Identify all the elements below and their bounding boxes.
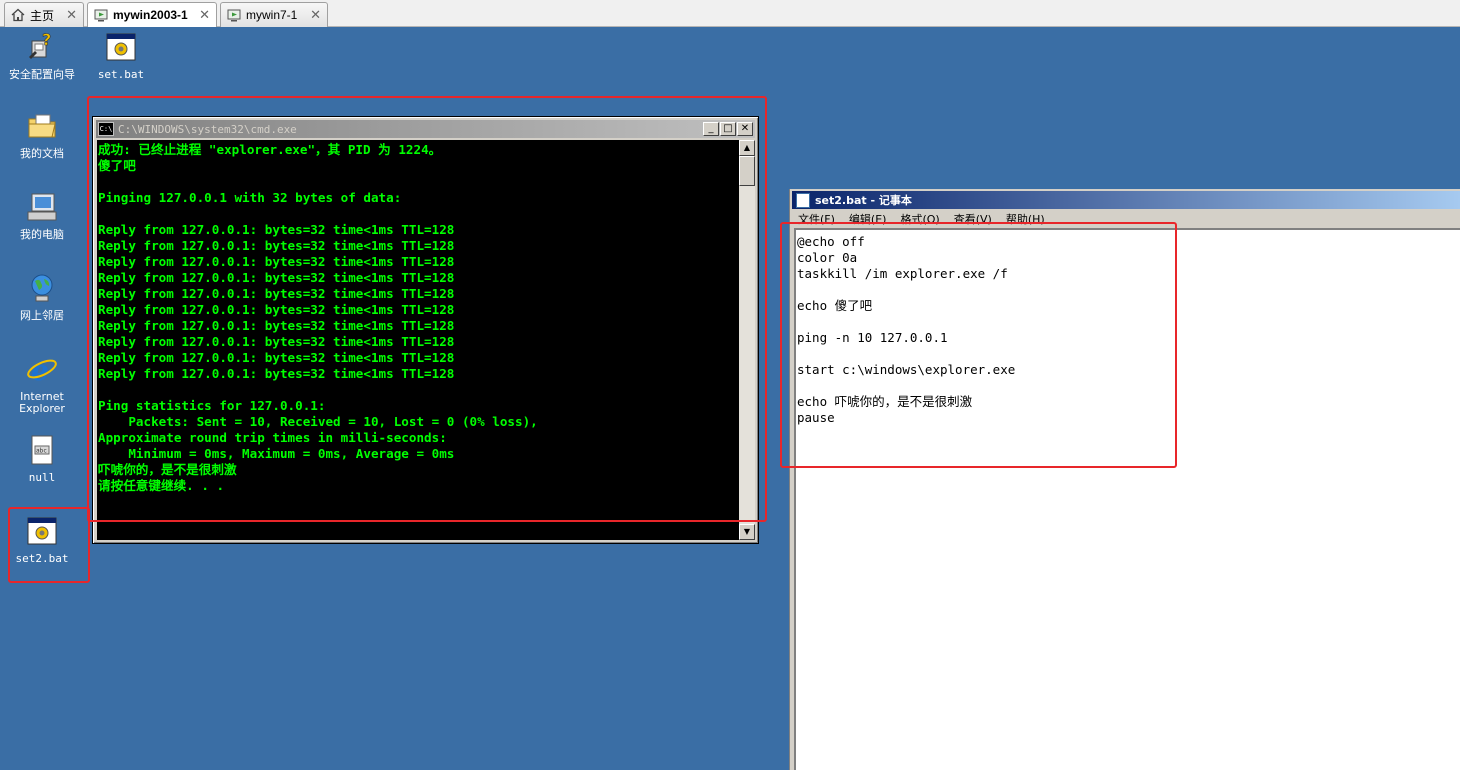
desktop-icon-security-wizard[interactable]: ? 安全配置向导	[2, 30, 82, 81]
desktop-icon-set-bat[interactable]: set.bat	[81, 31, 161, 81]
notepad-titlebar[interactable]: set2.bat - 记事本	[792, 191, 1460, 209]
my-computer-icon	[27, 193, 57, 221]
batch-file-icon	[106, 33, 136, 61]
desktop-icon-label: null	[28, 471, 56, 484]
annotation-box-cmd	[87, 96, 767, 522]
notepad-icon	[796, 192, 810, 208]
tab-home[interactable]: 主页 ✕	[4, 2, 84, 27]
desktop-icon-label: set.bat	[97, 68, 145, 81]
vm-icon	[94, 9, 108, 22]
security-wizard-icon: ?	[29, 30, 52, 59]
tab-mywin2003-1[interactable]: mywin2003-1 ✕	[87, 2, 217, 27]
annotation-box-notepad	[780, 222, 1177, 468]
close-icon[interactable]: ✕	[310, 7, 321, 23]
internet-explorer-icon: e	[27, 354, 57, 387]
svg-text:abc: abc	[36, 448, 47, 455]
tab-label: mywin7-1	[246, 8, 298, 22]
vm-tab-strip: 主页 ✕ mywin2003-1 ✕ mywin7-1 ✕	[0, 0, 1460, 27]
desktop-icon-label: 我的电脑	[20, 228, 64, 241]
desktop-icon-label: 安全配置向导	[9, 68, 75, 81]
desktop-icon-label: 网上邻居	[20, 309, 64, 322]
annotation-box-set2-icon	[8, 507, 90, 583]
tab-mywin7-1[interactable]: mywin7-1 ✕	[220, 2, 328, 27]
home-icon	[11, 8, 25, 22]
file-icon: abc	[31, 435, 53, 465]
notepad-title: set2.bat - 记事本	[815, 194, 912, 207]
desktop-icon-network-places[interactable]: 网上邻居	[2, 272, 82, 322]
desktop-icon-label: 我的文档	[20, 147, 64, 160]
my-documents-icon	[28, 114, 56, 138]
desktop-icon-null[interactable]: abc null	[2, 434, 82, 484]
close-icon[interactable]: ✕	[66, 7, 77, 23]
tab-label: 主页	[30, 8, 55, 23]
network-places-icon	[31, 274, 53, 302]
desktop-icon-my-computer[interactable]: 我的电脑	[2, 191, 82, 241]
desktop-icon-label: Internet Explorer	[19, 390, 65, 415]
vm-icon	[227, 9, 241, 22]
scroll-down-icon[interactable]: ▼	[739, 524, 755, 540]
svg-text:e: e	[31, 354, 49, 385]
svg-text:?: ?	[42, 31, 51, 49]
desktop-icon-my-documents[interactable]: 我的文档	[2, 110, 82, 160]
tab-label: mywin2003-1	[113, 8, 188, 22]
desktop-icon-internet-explorer[interactable]: e Internet Explorer	[2, 353, 82, 415]
close-icon[interactable]: ✕	[199, 7, 210, 23]
